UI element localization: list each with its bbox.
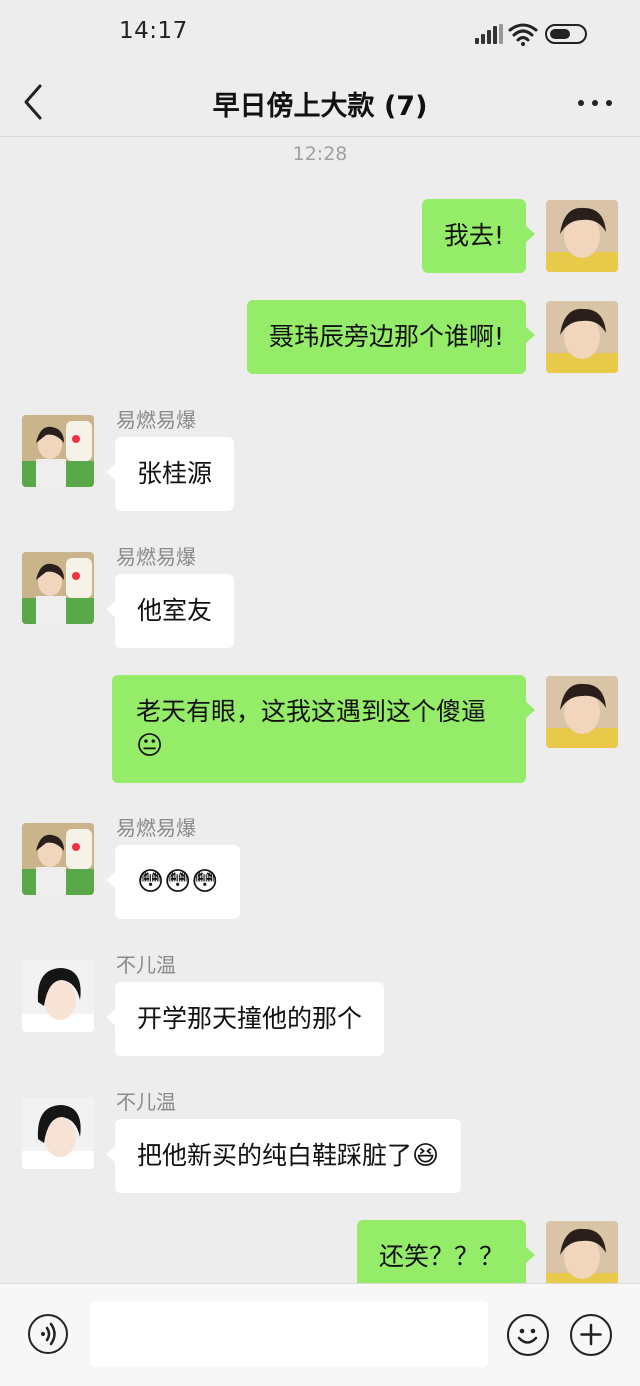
emoji-flushed-face: 😳😳😳 xyxy=(137,867,219,897)
chat-title[interactable]: 早日傍上大款 (7) xyxy=(0,84,640,123)
battery-icon xyxy=(545,24,587,44)
message-text: 聂玮辰旁边那个谁啊! xyxy=(268,322,504,351)
message-bubble-incoming[interactable]: 把他新买的纯白鞋踩脏了😆 xyxy=(105,1119,462,1193)
sender-name: 易燃易爆 xyxy=(116,408,196,432)
more-dots-icon[interactable] xyxy=(572,90,618,114)
sender-name: 不儿温 xyxy=(116,1090,176,1114)
message-text: 还笑？？？ xyxy=(378,1242,504,1271)
message-bubble-outgoing[interactable]: 老天有眼，这我这遇到这个傻逼 😐 xyxy=(112,675,535,783)
message-text: 张桂源 xyxy=(137,459,213,488)
message-text: 我去! xyxy=(443,221,504,250)
chat-header: 早日傍上大款 (7) xyxy=(0,66,640,137)
signal-icon xyxy=(475,24,503,44)
message-bubble-incoming[interactable]: 😳😳😳 xyxy=(105,845,241,919)
status-time: 14:17 xyxy=(119,18,188,44)
avatar-contact[interactable] xyxy=(22,823,94,895)
message-text: 老天有眼，这我这遇到这个傻逼 xyxy=(136,697,487,726)
avatar-self[interactable] xyxy=(546,676,618,748)
message-bubble-incoming[interactable]: 他室友 xyxy=(105,574,235,648)
emoji-laughing-face: 😆 xyxy=(412,1141,440,1171)
sender-name: 易燃易爆 xyxy=(116,545,196,569)
avatar-self[interactable] xyxy=(546,200,618,272)
status-bar: 14:17 xyxy=(0,0,640,66)
message-list[interactable]: 12:28 我去! 聂玮辰旁边那个谁啊! 易燃易爆 张桂源 易燃易爆 他室友 老… xyxy=(0,137,640,1283)
message-text: 把他新买的纯白鞋踩脏了 xyxy=(137,1141,413,1170)
message-input[interactable] xyxy=(90,1301,488,1367)
message-bubble-incoming[interactable]: 张桂源 xyxy=(105,437,235,511)
plus-icon[interactable] xyxy=(570,1314,612,1356)
avatar-self[interactable] xyxy=(546,301,618,373)
message-text: 他室友 xyxy=(137,596,213,625)
emoji-neutral-face: 😐 xyxy=(136,731,164,761)
sender-name: 易燃易爆 xyxy=(116,816,196,840)
sender-name: 不儿温 xyxy=(116,953,176,977)
avatar-contact[interactable] xyxy=(22,1097,94,1169)
message-text: 开学那天撞他的那个 xyxy=(137,1004,363,1033)
voice-icon[interactable] xyxy=(28,1314,68,1354)
message-bubble-outgoing[interactable]: 我去! xyxy=(421,199,536,273)
message-bubble-outgoing[interactable]: 还笑？？？ xyxy=(356,1220,536,1283)
message-bubble-incoming[interactable]: 开学那天撞他的那个 xyxy=(105,982,385,1056)
message-bubble-outgoing[interactable]: 聂玮辰旁边那个谁啊! xyxy=(246,300,536,374)
avatar-contact[interactable] xyxy=(22,552,94,624)
wifi-icon xyxy=(508,23,538,46)
emoji-face-icon[interactable] xyxy=(507,1314,549,1356)
input-bar xyxy=(0,1283,640,1386)
avatar-self[interactable] xyxy=(546,1221,618,1283)
avatar-contact[interactable] xyxy=(22,960,94,1032)
avatar-contact[interactable] xyxy=(22,415,94,487)
chat-timestamp: 12:28 xyxy=(292,143,348,165)
